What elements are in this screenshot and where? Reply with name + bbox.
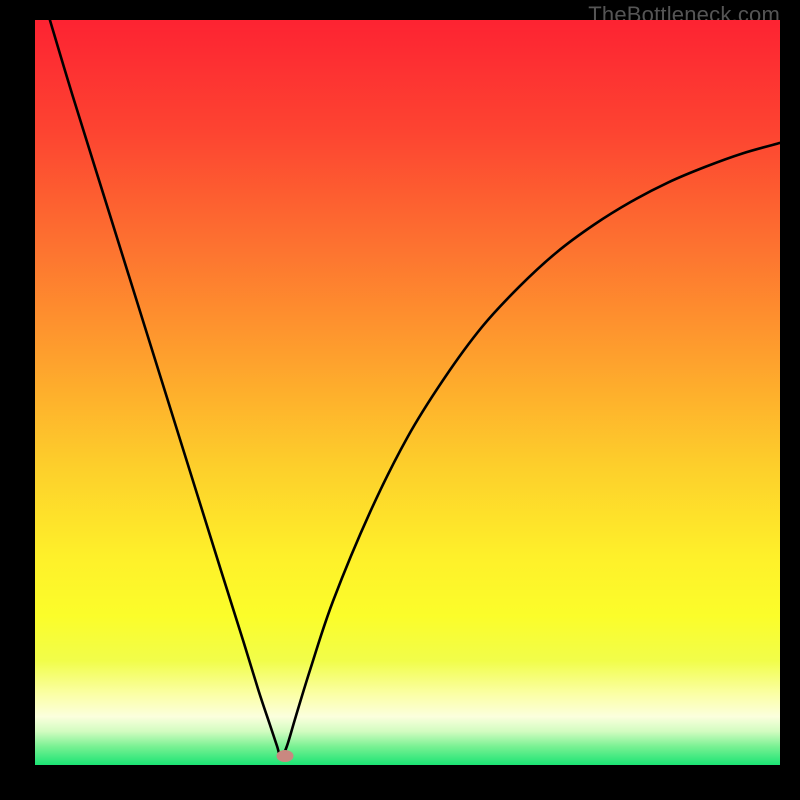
optimum-marker — [276, 750, 293, 762]
gradient-background — [35, 20, 780, 765]
chart-frame: TheBottleneck.com — [0, 0, 800, 800]
plot-area — [35, 20, 780, 765]
chart-svg — [35, 20, 780, 765]
